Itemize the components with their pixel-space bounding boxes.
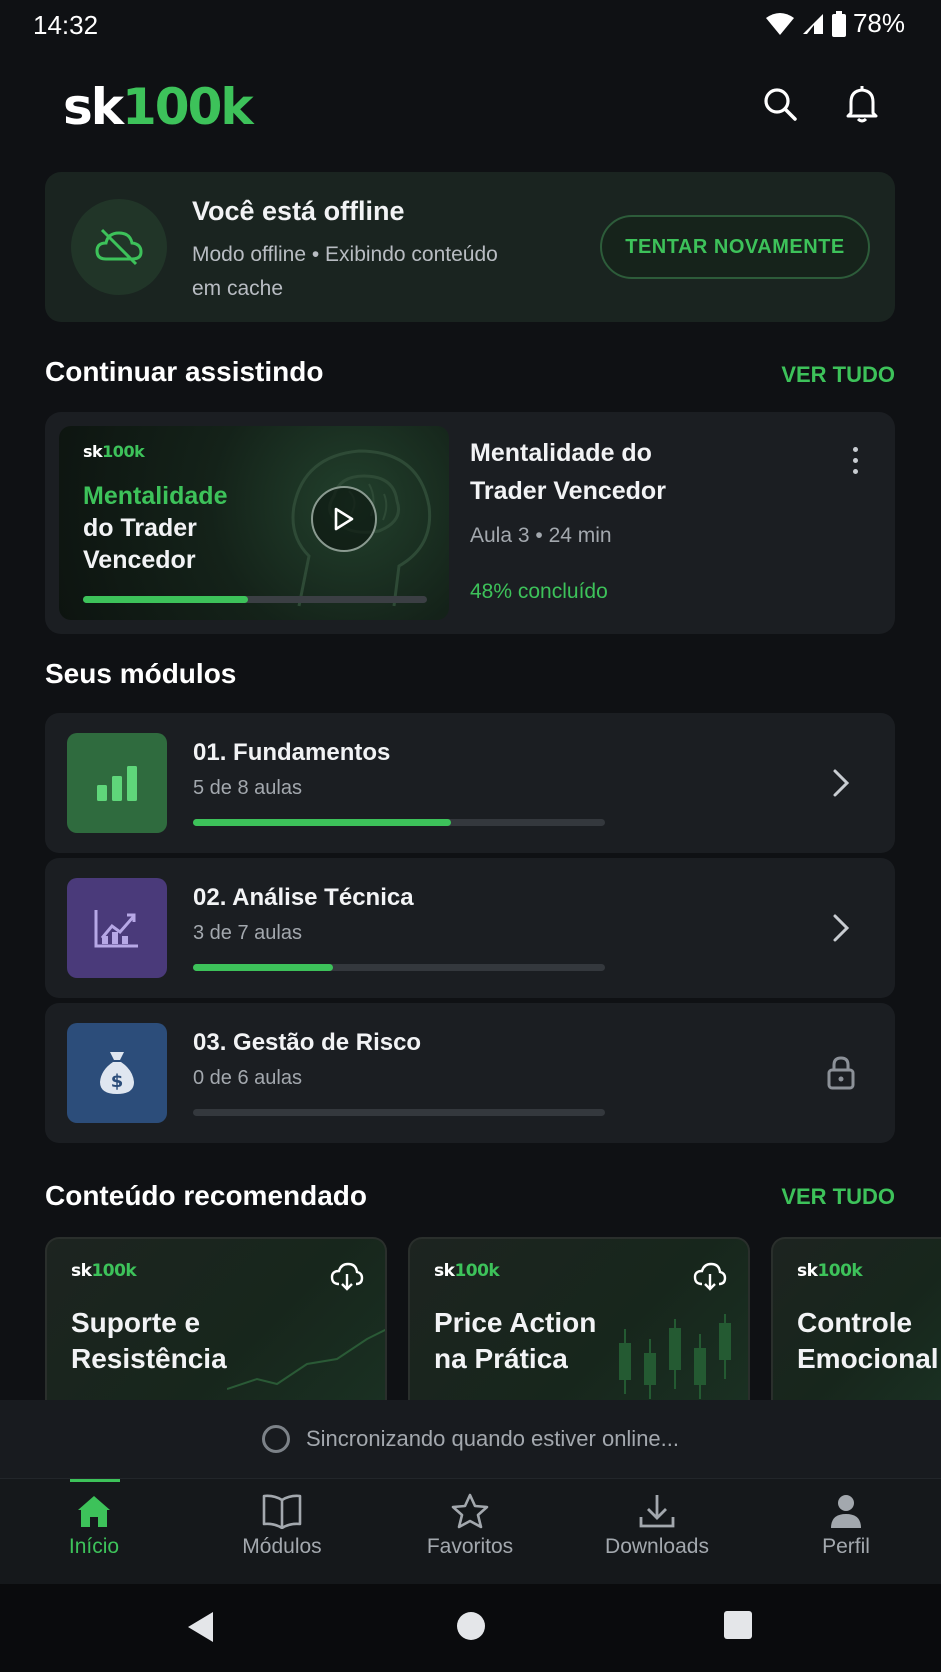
more-options-icon[interactable] <box>843 440 867 480</box>
continue-section-title: Continuar assistindo <box>45 356 324 387</box>
offline-subtitle: Modo offline • Exibindo conteúdo em cach… <box>192 243 498 300</box>
nav-tab-inicio[interactable]: Início <box>14 1493 174 1559</box>
thumbnail-logo: sk100k <box>83 442 145 461</box>
status-icons: 78% <box>765 8 905 39</box>
system-navigation-bar <box>0 1584 941 1672</box>
card-logo: sk100k <box>434 1261 500 1281</box>
thumbnail-progress-track <box>83 596 427 603</box>
continue-card[interactable]: sk100k Mentalidade do Trader Vencedor Me… <box>45 412 895 634</box>
bell-icon[interactable] <box>840 82 884 126</box>
search-icon[interactable] <box>758 82 802 126</box>
recommended-card[interactable]: sk100k Price Action na Prática <box>408 1237 750 1402</box>
signal-icon <box>802 13 823 34</box>
cloud-download-icon[interactable] <box>692 1259 728 1295</box>
chevron-right-icon[interactable] <box>821 908 861 948</box>
thumbnail-title: Mentalidade do Trader Vencedor <box>83 482 228 574</box>
active-tab-indicator <box>70 1479 120 1482</box>
continue-see-all-link[interactable]: VER TUDO <box>781 362 895 388</box>
module-item[interactable]: 02. Análise Técnica 3 de 7 aulas <box>45 858 895 998</box>
module-progress-track <box>193 819 605 826</box>
card-logo: sk100k <box>71 1261 137 1281</box>
card-logo: sk100k <box>797 1261 863 1281</box>
nav-tab-modulos[interactable]: Módulos <box>202 1493 362 1559</box>
module-lessons: 3 de 7 aulas <box>193 922 302 944</box>
card-title: Suporte e Resistência <box>71 1307 227 1374</box>
book-icon <box>262 1494 302 1529</box>
video-thumbnail[interactable]: sk100k Mentalidade do Trader Vencedor <box>59 426 449 620</box>
lock-icon <box>821 1053 861 1093</box>
app-header: sk100k <box>0 60 941 150</box>
chevron-right-icon[interactable] <box>821 763 861 803</box>
continue-lesson-title: Mentalidade do Trader Vencedor <box>470 439 666 505</box>
play-icon[interactable] <box>311 486 377 552</box>
module-item[interactable]: 01. Fundamentos 5 de 8 aulas <box>45 713 895 853</box>
thumbnail-progress-fill <box>83 596 249 603</box>
module-lessons: 0 de 6 aulas <box>193 1067 302 1089</box>
recommended-card[interactable]: sk100k Suporte e Resistência <box>45 1237 387 1402</box>
star-icon <box>451 1493 489 1529</box>
continue-lesson-meta: Aula 3 • 24 min <box>470 524 612 547</box>
home-button-icon[interactable] <box>455 1610 487 1647</box>
card-title: Price Action na Prática <box>434 1307 597 1374</box>
home-icon <box>78 1496 110 1527</box>
svg-text:$: $ <box>111 1071 124 1092</box>
module-name: 02. Análise Técnica <box>193 884 414 911</box>
wifi-icon <box>765 12 794 35</box>
modules-section-title: Seus módulos <box>45 658 237 689</box>
money-bag-icon: $ <box>67 1023 167 1123</box>
retry-button[interactable]: TENTAR NOVAMENTE <box>600 215 870 279</box>
module-progress-track <box>193 1109 605 1116</box>
bottom-navigation: Início Módulos Favoritos Downloads Perfi… <box>0 1478 941 1584</box>
module-lessons: 5 de 8 aulas <box>193 777 302 799</box>
module-progress-fill <box>193 819 451 826</box>
continue-progress-text: 48% concluído <box>470 580 608 603</box>
app-logo[interactable]: sk100k <box>63 78 254 136</box>
card-title: Controle Emocional <box>797 1307 939 1374</box>
back-icon[interactable] <box>185 1610 215 1649</box>
status-bar: 14:32 78% <box>0 0 941 50</box>
recents-icon[interactable] <box>723 1610 753 1645</box>
bar-chart-icon <box>67 733 167 833</box>
recommended-section-title: Conteúdo recomendado <box>45 1180 368 1211</box>
loading-spinner-icon <box>261 1425 290 1453</box>
nav-tab-downloads[interactable]: Downloads <box>577 1493 737 1559</box>
recommended-card[interactable]: sk100k Controle Emocional <box>771 1237 941 1402</box>
sync-status-bar: Sincronizando quando estiver online... <box>0 1400 941 1478</box>
cloud-off-icon <box>71 199 167 295</box>
nav-tab-favoritos[interactable]: Favoritos <box>390 1493 550 1559</box>
sync-text: Sincronizando quando estiver online... <box>305 1426 680 1451</box>
offline-title: Você está offline <box>192 196 405 226</box>
module-item[interactable]: $ 03. Gestão de Risco 0 de 6 aulas <box>45 1003 895 1143</box>
module-progress-fill <box>193 964 334 971</box>
recommended-see-all-link[interactable]: VER TUDO <box>781 1184 895 1210</box>
battery-icon <box>831 10 846 37</box>
line-chart-icon <box>67 878 167 978</box>
status-time: 14:32 <box>33 10 99 40</box>
nav-tab-perfil[interactable]: Perfil <box>766 1493 926 1559</box>
user-icon <box>831 1495 861 1528</box>
battery-percent: 78% <box>852 8 905 38</box>
cloud-download-icon[interactable] <box>329 1259 365 1295</box>
offline-banner: Você está offline Modo offline • Exibind… <box>45 172 895 322</box>
module-progress-track <box>193 964 605 971</box>
module-name: 03. Gestão de Risco <box>193 1029 422 1056</box>
module-name: 01. Fundamentos <box>193 739 391 766</box>
download-icon <box>639 1495 675 1528</box>
